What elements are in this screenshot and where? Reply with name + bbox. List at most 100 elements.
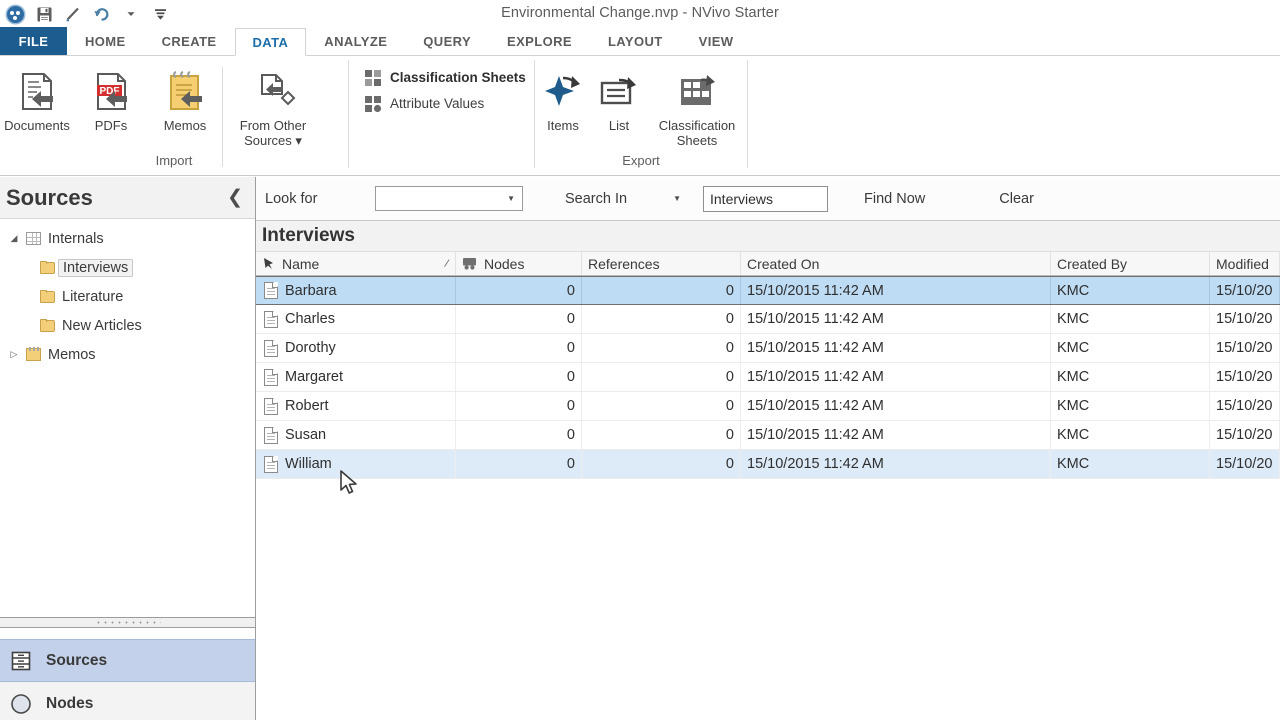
column-header-references[interactable]: References bbox=[582, 252, 741, 275]
cell-created-on: 15/10/2015 11:42 AM bbox=[741, 363, 1051, 391]
look-for-label: Look for bbox=[265, 190, 318, 207]
table-row[interactable]: Robert 0 0 15/10/2015 11:42 AM KMC 15/10… bbox=[256, 392, 1280, 421]
svg-text:PDF: PDF bbox=[100, 86, 120, 97]
import-pdfs-button[interactable]: PDF PDFs bbox=[74, 62, 148, 133]
cell-modified-on: 15/10/20 bbox=[1210, 277, 1280, 304]
cell-name: Robert bbox=[285, 398, 329, 414]
tab-home[interactable]: HOME bbox=[67, 27, 144, 55]
column-header-name[interactable]: Name / bbox=[256, 252, 456, 275]
cell-created-on: 15/10/2015 11:42 AM bbox=[741, 277, 1051, 304]
search-in-label: Search In bbox=[565, 190, 628, 207]
tree-item-memos[interactable]: ▷ Memos bbox=[0, 340, 255, 369]
search-scope-input[interactable]: Interviews bbox=[703, 185, 828, 212]
nvivo-window: Environmental Change.nvp - NVivo Starter… bbox=[0, 0, 1280, 720]
sources-panel: Sources ❮ ◢ Internals Interviews Literat… bbox=[0, 177, 256, 720]
search-in-caret-down-icon[interactable]: ▼ bbox=[673, 194, 681, 203]
table-row[interactable]: Margaret 0 0 15/10/2015 11:42 AM KMC 15/… bbox=[256, 363, 1280, 392]
import-documents-button[interactable]: Documents bbox=[0, 62, 74, 133]
format-painter-icon[interactable] bbox=[63, 4, 83, 24]
tab-query[interactable]: QUERY bbox=[405, 27, 489, 55]
tab-create[interactable]: CREATE bbox=[144, 27, 235, 55]
chevron-left-icon[interactable]: ❮ bbox=[227, 188, 243, 207]
undo-dropdown-caret[interactable] bbox=[121, 4, 141, 24]
from-other-sources-button[interactable]: From Other Sources ▾ bbox=[223, 62, 323, 148]
tab-file[interactable]: FILE bbox=[0, 27, 67, 55]
column-header-nodes[interactable]: Nodes bbox=[456, 252, 582, 275]
tree-item-internals[interactable]: ◢ Internals bbox=[0, 224, 255, 253]
column-header-created-on-label: Created On bbox=[747, 255, 820, 272]
document-icon bbox=[264, 339, 278, 357]
ribbon-tab-strip: FILE HOME CREATE DATA ANALYZE QUERY EXPL… bbox=[0, 27, 1280, 56]
search-scope-value: Interviews bbox=[710, 190, 774, 207]
nav-item-nodes[interactable]: Nodes bbox=[0, 682, 255, 720]
import-memos-button[interactable]: Memos bbox=[148, 62, 222, 133]
tab-explore[interactable]: EXPLORE bbox=[489, 27, 590, 55]
column-header-created-by[interactable]: Created By bbox=[1051, 252, 1210, 275]
tab-layout[interactable]: LAYOUT bbox=[590, 27, 681, 55]
app-orb[interactable] bbox=[5, 4, 25, 24]
tab-analyze[interactable]: ANALYZE bbox=[306, 27, 405, 55]
cell-references: 0 bbox=[582, 305, 741, 333]
tab-view[interactable]: VIEW bbox=[681, 27, 752, 55]
import-memos-label: Memos bbox=[163, 118, 207, 133]
cell-created-by: KMC bbox=[1051, 334, 1210, 362]
tree-item-memos-label: Memos bbox=[48, 346, 96, 363]
cell-nodes: 0 bbox=[456, 305, 582, 333]
memos-icon bbox=[22, 347, 44, 361]
tree-item-new-articles[interactable]: New Articles bbox=[0, 311, 255, 340]
cell-modified-on: 15/10/20 bbox=[1210, 450, 1280, 478]
table-row[interactable]: Dorothy 0 0 15/10/2015 11:42 AM KMC 15/1… bbox=[256, 334, 1280, 363]
export-list-button[interactable]: List bbox=[591, 62, 647, 133]
pin-icon bbox=[264, 258, 273, 269]
column-header-created-by-label: Created By bbox=[1057, 255, 1128, 272]
save-icon[interactable] bbox=[34, 4, 54, 24]
attribute-values-button[interactable]: Attribute Values bbox=[359, 90, 488, 116]
import-documents-label: Documents bbox=[4, 118, 70, 133]
export-list-icon bbox=[597, 68, 641, 116]
export-classification-sheets-button[interactable]: Classification Sheets bbox=[647, 62, 747, 148]
export-items-button[interactable]: Items bbox=[535, 62, 591, 133]
table-row[interactable]: Charles 0 0 15/10/2015 11:42 AM KMC 15/1… bbox=[256, 305, 1280, 334]
document-icon bbox=[264, 397, 278, 415]
nav-item-sources[interactable]: Sources bbox=[0, 639, 255, 682]
customize-qat-icon[interactable] bbox=[150, 4, 170, 24]
table-row[interactable]: Barbara 0 0 15/10/2015 11:42 AM KMC 15/1… bbox=[256, 276, 1280, 305]
classification-sheets-label: Classification Sheets bbox=[390, 69, 526, 85]
ribbon: Documents PDF PDFs Memos From Other Sour… bbox=[0, 56, 1280, 176]
tree-item-literature[interactable]: Literature bbox=[0, 282, 255, 311]
expand-triangle-icon[interactable]: ◢ bbox=[6, 233, 22, 244]
clear-button[interactable]: Clear bbox=[999, 191, 1034, 207]
tree-item-internals-label: Internals bbox=[48, 230, 104, 247]
table-row[interactable]: William 0 0 15/10/2015 11:42 AM KMC 15/1… bbox=[256, 450, 1280, 479]
collapse-triangle-icon[interactable]: ▷ bbox=[6, 349, 22, 360]
classification-sheets-button[interactable]: Classification Sheets bbox=[359, 64, 530, 90]
cell-name: Barbara bbox=[285, 282, 337, 299]
import-pdfs-label: PDFs bbox=[94, 118, 128, 133]
undo-icon[interactable] bbox=[92, 4, 112, 24]
ribbon-group-classifications: Classification Sheets Attribute Values bbox=[349, 56, 534, 174]
cell-created-on: 15/10/2015 11:42 AM bbox=[741, 305, 1051, 333]
tree-item-interviews[interactable]: Interviews bbox=[0, 253, 255, 282]
find-now-button[interactable]: Find Now bbox=[864, 191, 925, 207]
cell-modified-on: 15/10/20 bbox=[1210, 305, 1280, 333]
from-other-sources-label: From Other Sources ▾ bbox=[223, 118, 323, 148]
column-header-modified[interactable]: Modified bbox=[1210, 252, 1280, 275]
cell-name: Margaret bbox=[285, 369, 344, 385]
table-row[interactable]: Susan 0 0 15/10/2015 11:42 AM KMC 15/10/… bbox=[256, 421, 1280, 450]
nav-splitter[interactable] bbox=[0, 617, 255, 628]
look-for-combo[interactable]: ▼ bbox=[375, 186, 523, 211]
cell-name: Charles bbox=[285, 311, 335, 327]
column-header-created-on[interactable]: Created On bbox=[741, 252, 1051, 275]
tab-data[interactable]: DATA bbox=[234, 28, 307, 56]
cell-created-on: 15/10/2015 11:42 AM bbox=[741, 450, 1051, 478]
sources-panel-header: Sources ❮ bbox=[0, 177, 255, 219]
cell-name: William bbox=[285, 456, 332, 472]
folder-icon bbox=[36, 261, 58, 274]
caret-down-icon[interactable]: ▼ bbox=[507, 194, 515, 203]
sources-tree: ◢ Internals Interviews Literature New Ar… bbox=[0, 219, 255, 369]
dropdown-caret-icon[interactable]: ▾ bbox=[295, 133, 302, 148]
cell-references: 0 bbox=[582, 450, 741, 478]
nav-pane: Sources Nodes bbox=[0, 639, 255, 720]
cell-nodes: 0 bbox=[456, 334, 582, 362]
tree-item-new-articles-label: New Articles bbox=[62, 317, 142, 334]
